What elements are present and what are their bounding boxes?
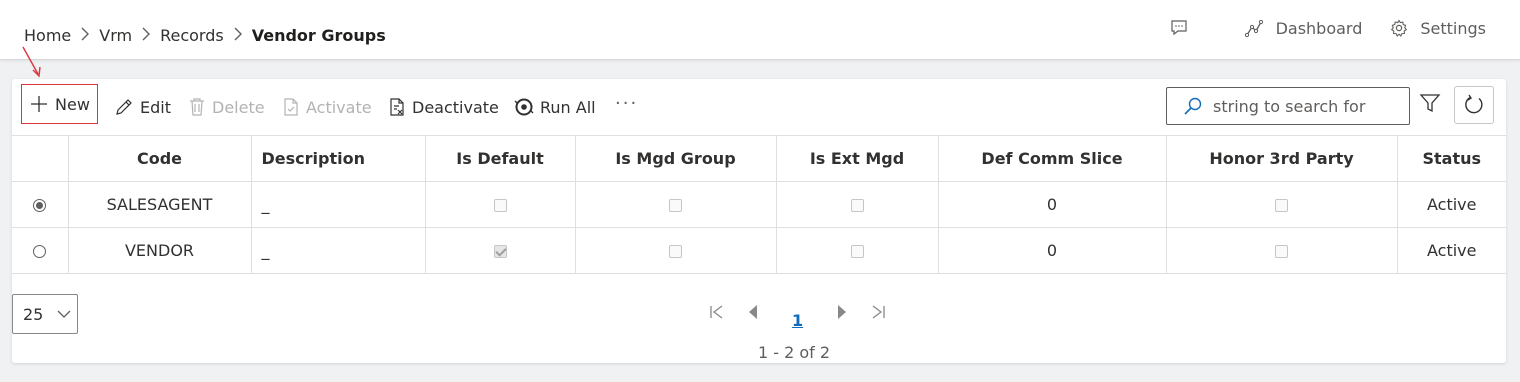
refresh-button[interactable] [1454, 86, 1494, 124]
activate-button[interactable]: Activate [282, 95, 372, 119]
run-icon [514, 98, 534, 116]
honor-3rd-party-checkbox [1275, 245, 1288, 258]
page-number-current[interactable]: 1 [792, 311, 803, 330]
gear-icon [1391, 19, 1408, 37]
cell-code: VENDOR [67, 227, 252, 274]
column-header-status[interactable]: Status [1396, 135, 1506, 182]
dashboard-button[interactable]: Dashboard [1244, 18, 1363, 38]
document-check-icon [284, 98, 298, 116]
settings-button[interactable]: Settings [1390, 19, 1486, 38]
chevron-right-icon [75, 27, 95, 45]
dashboard-label: Dashboard [1275, 18, 1363, 38]
chevron-right-icon [136, 27, 156, 45]
search-icon [1184, 97, 1202, 115]
page-size-value: 25 [23, 304, 44, 324]
is-ext-mgd-checkbox [850, 245, 864, 258]
select-column-header [12, 135, 69, 182]
pagination: 1 [698, 303, 897, 330]
chevron-right-icon [228, 27, 248, 45]
cell-def-comm-slice: 0 [937, 227, 1167, 274]
new-button[interactable]: New [21, 84, 98, 124]
next-page-icon[interactable] [835, 303, 849, 325]
column-header-description[interactable]: Description [250, 135, 426, 182]
table-row[interactable]: VENDOR _ 0 Active [12, 227, 1506, 274]
vendor-groups-table: Code Description Is Default Is Mgd Group… [12, 135, 1506, 274]
cell-def-comm-slice: 0 [937, 181, 1167, 228]
column-header-def-comm-slice[interactable]: Def Comm Slice [937, 135, 1167, 182]
is-ext-mgd-checkbox [850, 199, 864, 212]
filter-icon [1419, 94, 1441, 113]
row-select-radio[interactable] [33, 199, 47, 212]
first-page-icon[interactable] [708, 303, 726, 325]
last-page-icon[interactable] [869, 303, 887, 325]
cell-status: Active [1396, 181, 1506, 228]
refresh-icon [1465, 94, 1483, 114]
deactivate-label: Deactivate [412, 97, 499, 117]
more-options-button[interactable]: ··· [615, 93, 638, 114]
breadcrumb-records[interactable]: Records [160, 26, 224, 45]
run-all-label: Run All [540, 97, 596, 117]
column-header-is-default[interactable]: Is Default [424, 135, 576, 182]
toolbar: New Edit Delete Activate Deactivate Run … [12, 79, 1506, 135]
honor-3rd-party-checkbox [1275, 199, 1288, 212]
filter-button[interactable] [1419, 92, 1441, 118]
column-header-is-ext-mgd[interactable]: Is Ext Mgd [775, 135, 939, 182]
new-label: New [55, 94, 90, 114]
edit-label: Edit [140, 97, 171, 117]
trash-icon [190, 98, 204, 116]
row-select-radio[interactable] [33, 245, 47, 258]
page-size-dropdown[interactable]: 25 [12, 294, 78, 334]
is-default-checkbox [493, 245, 507, 258]
dashboard-icon [1244, 19, 1263, 38]
is-mgd-group-checkbox [669, 199, 682, 212]
is-default-checkbox [493, 199, 507, 212]
run-all-button[interactable]: Run All [514, 95, 596, 119]
chat-icon [1170, 20, 1187, 36]
table-row[interactable]: SALESAGENT _ 0 Active [12, 181, 1506, 228]
cell-description: _ [250, 227, 426, 274]
deactivate-button[interactable]: Deactivate [388, 95, 499, 119]
column-header-code[interactable]: Code [67, 135, 252, 182]
edit-button[interactable]: Edit [114, 95, 171, 119]
is-mgd-group-checkbox [669, 245, 682, 258]
column-header-honor-3rd-party[interactable]: Honor 3rd Party [1165, 135, 1398, 182]
breadcrumb-home[interactable]: Home [24, 26, 71, 45]
table-header-row: Code Description Is Default Is Mgd Group… [12, 135, 1506, 182]
breadcrumb-vrm[interactable]: Vrm [99, 26, 132, 45]
settings-label: Settings [1420, 18, 1486, 38]
search-box[interactable] [1166, 87, 1410, 125]
cell-code: SALESAGENT [67, 181, 252, 228]
column-header-is-mgd-group[interactable]: Is Mgd Group [574, 135, 777, 182]
delete-button[interactable]: Delete [188, 95, 265, 119]
search-input[interactable] [1211, 95, 1395, 117]
cell-description: _ [250, 181, 426, 228]
delete-label: Delete [212, 97, 265, 117]
document-x-icon [390, 98, 404, 116]
cell-status: Active [1396, 227, 1506, 274]
chevron-down-icon [57, 310, 71, 318]
breadcrumb-current-page: Vendor Groups [251, 26, 386, 45]
annotation-arrow [22, 46, 41, 78]
plus-icon [31, 96, 48, 112]
activate-label: Activate [306, 97, 372, 117]
breadcrumb: Home Vrm Records Vendor Groups [24, 26, 386, 45]
top-header: Home Vrm Records Vendor Groups Dashboard… [0, 0, 1520, 60]
chat-button[interactable] [1170, 19, 1200, 37]
pencil-icon [116, 99, 132, 115]
vendor-groups-panel: New Edit Delete Activate Deactivate Run … [12, 79, 1506, 363]
previous-page-icon[interactable] [746, 303, 760, 325]
pagination-info: 1 - 2 of 2 [758, 343, 831, 362]
